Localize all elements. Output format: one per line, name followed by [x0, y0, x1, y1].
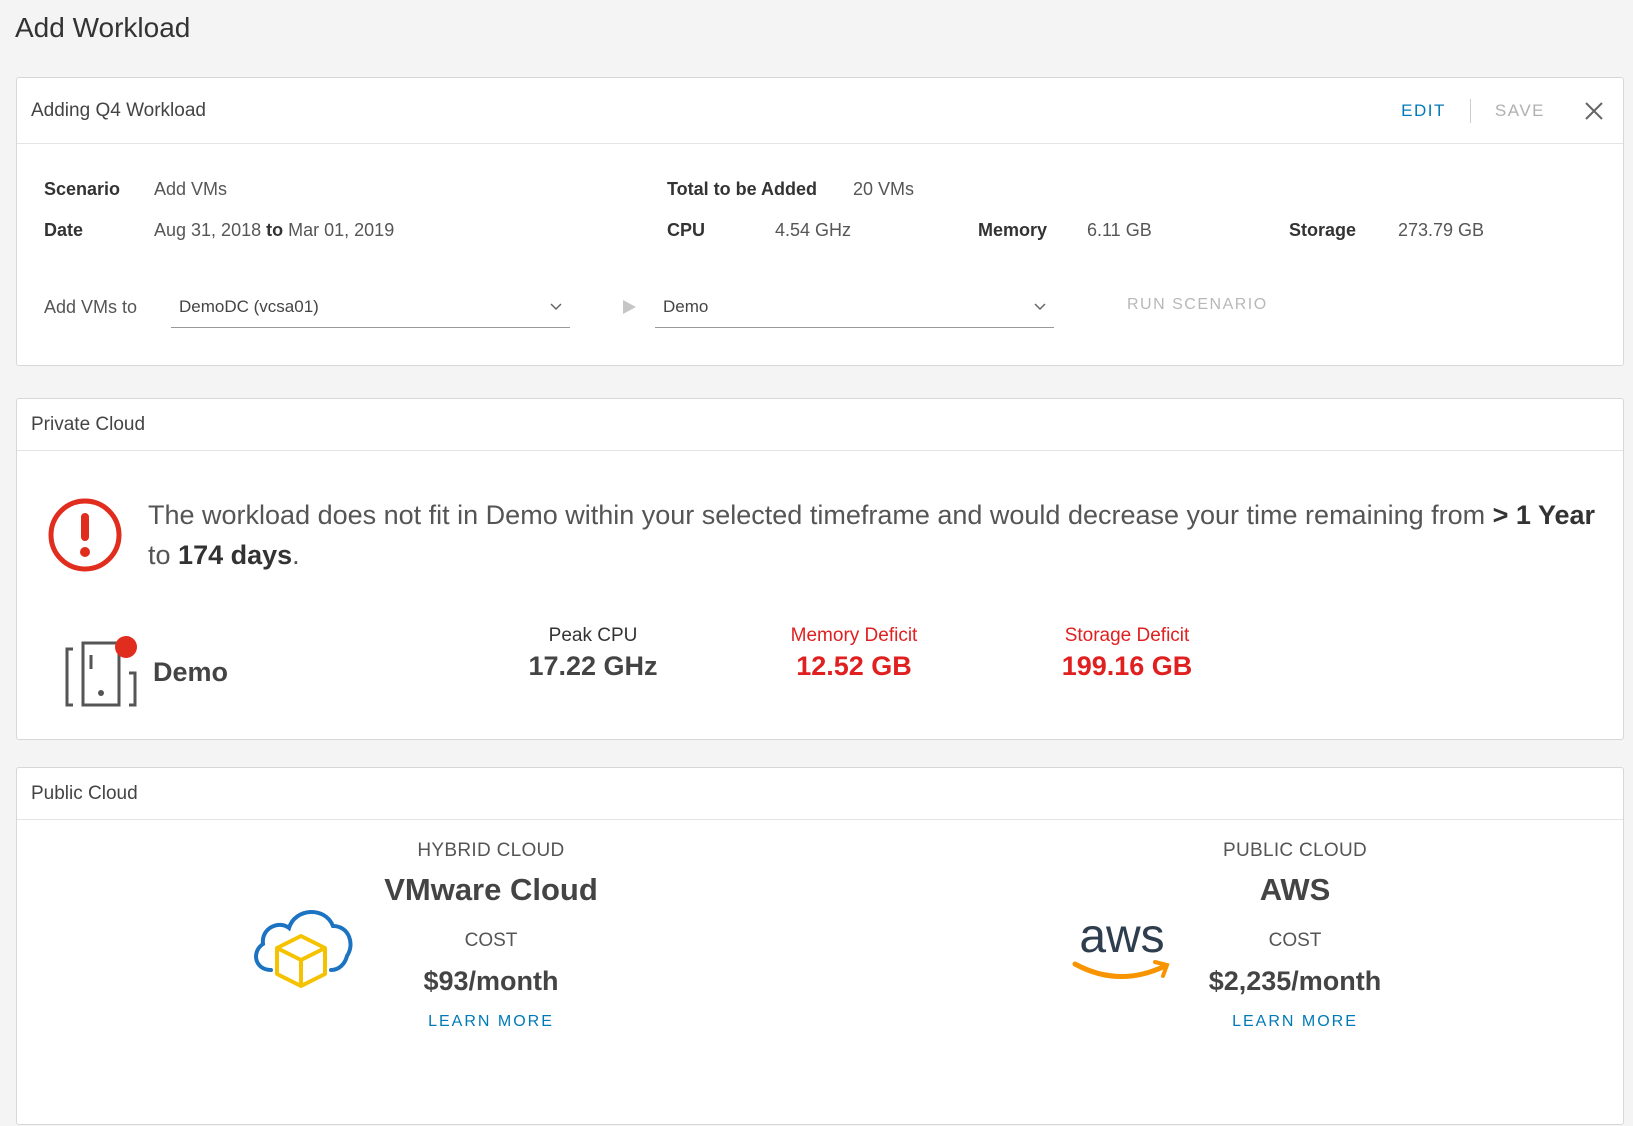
cost-value: $2,235/month: [1208, 966, 1382, 996]
edit-button[interactable]: EDIT: [1401, 101, 1446, 121]
private-cloud-card: Private Cloud The workload does not fit …: [16, 398, 1624, 740]
storage-deficit-label: Storage Deficit: [1064, 625, 1190, 646]
cloud-name: AWS: [1259, 872, 1331, 907]
scenario-value: Add VMs: [154, 179, 228, 199]
private-cloud-title: Private Cloud: [31, 413, 146, 435]
workload-card-header: Adding Q4 Workload EDIT SAVE: [17, 78, 1623, 144]
cluster-select[interactable]: Demo: [655, 287, 1054, 328]
date-label: Date: [44, 220, 84, 240]
storage-value: 273.79 GB: [1398, 220, 1485, 240]
cloud-type-label: HYBRID CLOUD: [417, 840, 565, 861]
cluster-select-value: Demo: [663, 297, 709, 316]
public-cloud-header: Public Cloud: [17, 768, 1623, 820]
scenario-label: Scenario: [44, 179, 121, 199]
workload-summary: Scenario Add VMs Date Aug 31, 2018 to Ma…: [17, 144, 1623, 366]
storage-deficit-value: 199.16 GB: [1061, 651, 1193, 681]
divider: [1469, 99, 1471, 123]
chevron-down-icon: [1034, 303, 1046, 311]
memory-deficit-value: 12.52 GB: [796, 651, 912, 681]
workload-title: Adding Q4 Workload: [31, 99, 206, 121]
run-scenario-button[interactable]: RUN SCENARIO: [1127, 296, 1268, 314]
vmware-cloud-icon: [254, 910, 353, 988]
cloud-name: VMware Cloud: [384, 872, 598, 907]
peak-cpu-metric: Peak CPU 17.22 GHz: [473, 625, 713, 682]
chevron-down-icon: [550, 303, 562, 311]
cost-value: $93/month: [423, 966, 559, 996]
datacenter-select-value: DemoDC (vcsa01): [179, 297, 319, 316]
total-value: 20 VMs: [853, 179, 915, 199]
cost-label: COST: [1268, 930, 1322, 951]
header-actions: EDIT SAVE: [1401, 78, 1605, 144]
storage-deficit-metric: Storage Deficit 199.16 GB: [1007, 625, 1247, 682]
memory-deficit-metric: Memory Deficit 12.52 GB: [734, 625, 974, 682]
alert-message: The workload does not fit in Demo within…: [148, 500, 1595, 570]
learn-more-link[interactable]: LEARN MORE: [428, 1013, 554, 1031]
aws-option: PUBLIC CLOUD AWS COST $2,235/month LEARN…: [1145, 840, 1445, 1031]
public-cloud-title: Public Cloud: [31, 782, 138, 804]
page-title: Add Workload: [15, 12, 191, 43]
cost-label: COST: [464, 930, 518, 951]
peak-cpu-value: 17.22 GHz: [528, 651, 658, 681]
add-vms-label: Add VMs to: [44, 297, 138, 317]
exclamation-circle-icon: [48, 498, 122, 572]
workload-card: Adding Q4 Workload EDIT SAVE Scenario Ad…: [16, 77, 1624, 366]
total-label: Total to be Added: [667, 179, 817, 199]
vmware-cloud-option: HYBRID CLOUD VMware Cloud COST $93/month…: [341, 840, 641, 1031]
arrow-right-icon: [623, 300, 636, 314]
memory-label: Memory: [978, 220, 1048, 240]
private-cloud-header: Private Cloud: [17, 399, 1623, 451]
host-name: Demo: [153, 657, 229, 687]
cpu-value: 4.54 GHz: [775, 220, 852, 240]
datacenter-select[interactable]: DemoDC (vcsa01): [171, 287, 570, 328]
peak-cpu-label: Peak CPU: [548, 625, 638, 646]
memory-deficit-label: Memory Deficit: [790, 625, 918, 646]
save-button[interactable]: SAVE: [1495, 101, 1545, 121]
storage-label: Storage: [1289, 220, 1357, 240]
learn-more-link[interactable]: LEARN MORE: [1232, 1013, 1358, 1031]
cloud-type-label: PUBLIC CLOUD: [1222, 840, 1368, 861]
cpu-label: CPU: [667, 220, 706, 240]
memory-value: 6.11 GB: [1087, 220, 1152, 240]
close-icon[interactable]: [1583, 100, 1605, 122]
public-cloud-card: Public Cloud HYBRID CLOUD VMware Cloud C…: [16, 767, 1624, 1125]
date-value: Aug 31, 2018 to Mar 01, 2019: [154, 220, 395, 240]
host-cluster-icon: [65, 636, 137, 707]
